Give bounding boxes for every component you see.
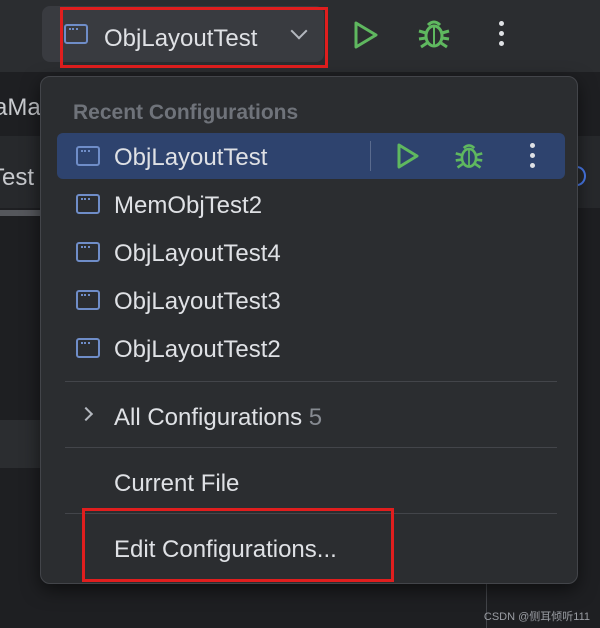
config-item-label: MemObjTest2 — [114, 192, 263, 219]
current-file-label: Current File — [114, 470, 240, 497]
menu-divider — [65, 381, 557, 382]
config-item-objlayouttest4[interactable]: ObjLayoutTest4 — [57, 229, 565, 275]
play-icon[interactable] — [352, 20, 380, 50]
run-config-icon — [64, 24, 88, 44]
config-item-objlayouttest3[interactable]: ObjLayoutTest3 — [57, 277, 565, 323]
run-config-icon — [76, 146, 100, 166]
more-vertical-icon[interactable] — [530, 143, 536, 173]
menu-divider — [65, 513, 557, 514]
item-separator — [370, 141, 371, 171]
more-vertical-icon[interactable] — [499, 21, 505, 51]
run-config-label: ObjLayoutTest — [104, 25, 258, 52]
run-config-icon — [76, 290, 100, 310]
background-panel-2 — [0, 420, 40, 468]
watermark: CSDN @侧耳倾听111 — [483, 611, 590, 623]
main-toolbar: ObjLayoutTest — [0, 0, 600, 72]
config-item-label: ObjLayoutTest4 — [114, 240, 281, 267]
bug-icon[interactable] — [453, 141, 485, 171]
config-item-label: ObjLayoutTest2 — [114, 336, 281, 363]
play-icon[interactable] — [395, 142, 421, 170]
all-configurations-item[interactable]: All Configurations 5 — [57, 393, 565, 439]
run-config-icon — [76, 242, 100, 262]
run-config-icon — [76, 194, 100, 214]
config-item-memobjtest2[interactable]: MemObjTest2 — [57, 181, 565, 227]
config-item-objlayouttest[interactable]: ObjLayoutTest — [57, 133, 565, 179]
recent-configurations-header: Recent Configurations — [73, 101, 299, 124]
run-config-dropdown[interactable]: ObjLayoutTest — [42, 6, 324, 62]
chevron-down-icon — [290, 22, 308, 40]
config-item-label: ObjLayoutTest3 — [114, 288, 281, 315]
menu-divider — [65, 447, 557, 448]
bug-icon[interactable] — [416, 17, 452, 51]
background-tab-text-2: Test — [0, 164, 35, 191]
current-file-item[interactable]: Current File — [57, 459, 565, 505]
edit-configurations-label: Edit Configurations... — [114, 536, 337, 563]
config-item-label: ObjLayoutTest — [114, 144, 268, 171]
background-scrollbar — [0, 210, 40, 216]
all-configurations-label: All Configurations 5 — [114, 404, 323, 431]
background-tab-text: aMa — [0, 94, 41, 121]
config-item-objlayouttest2[interactable]: ObjLayoutTest2 — [57, 325, 565, 371]
configurations-count: 5 — [308, 404, 323, 431]
run-configurations-popup: Recent Configurations ObjLayoutTest MemO… — [40, 76, 578, 584]
run-config-icon — [76, 338, 100, 358]
chevron-right-icon — [78, 406, 94, 422]
edit-configurations-item[interactable]: Edit Configurations... — [57, 525, 565, 571]
